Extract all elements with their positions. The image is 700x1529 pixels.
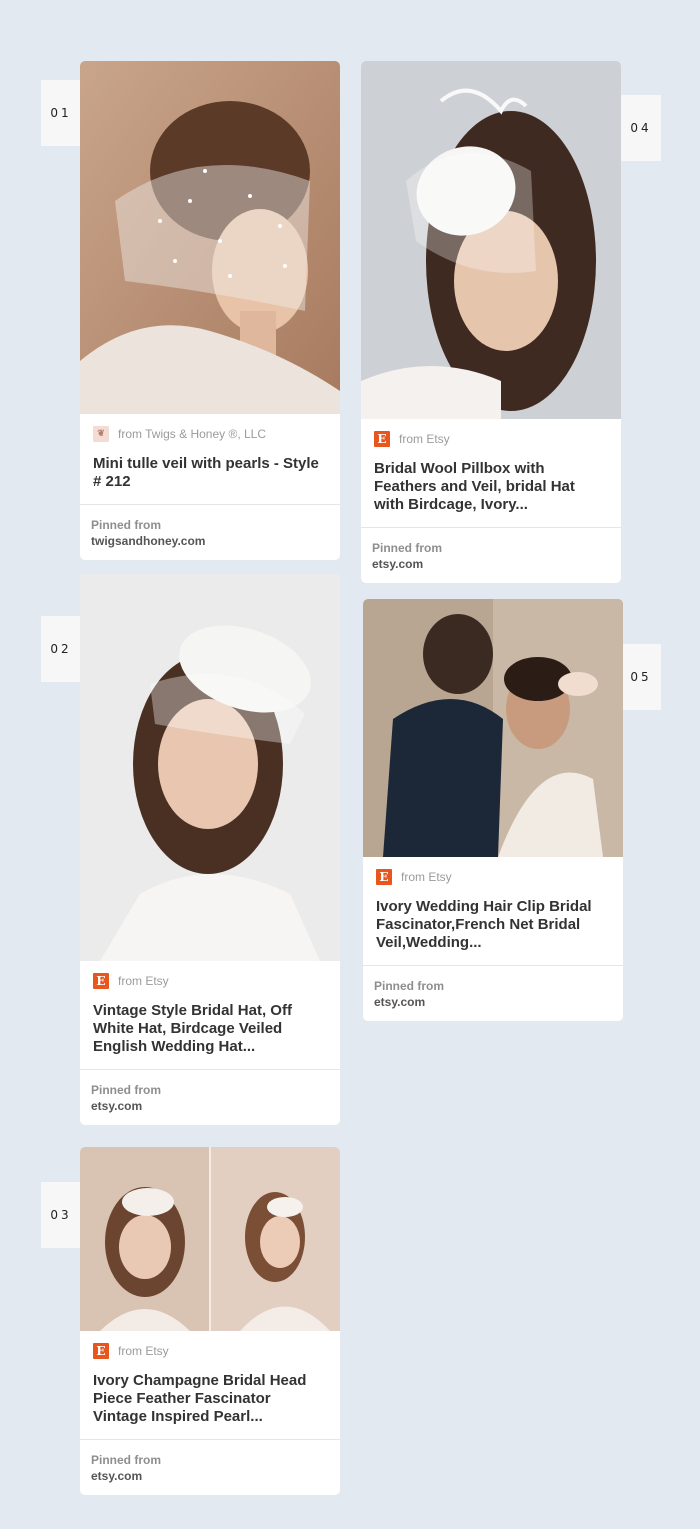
pin-source[interactable]: from Etsy [399,432,450,446]
pin-number-02: 02 [41,616,81,682]
pin-source[interactable]: from Etsy [401,870,452,884]
pin-image[interactable] [80,1147,340,1331]
pin-number-05: 05 [621,644,661,710]
pinned-from-domain[interactable]: twigsandhoney.com [91,533,328,549]
pin-card-05[interactable]: E from Etsy Ivory Wedding Hair Clip Brid… [363,599,623,1021]
pinned-from-domain[interactable]: etsy.com [374,994,611,1010]
pin-image[interactable] [80,61,340,414]
etsy-logo-icon: E [93,1343,109,1359]
pin-number-04: 04 [621,95,661,161]
pinned-from-domain[interactable]: etsy.com [91,1098,328,1114]
etsy-logo-icon: E [374,431,390,447]
twigs-honey-logo-icon: ❦ [93,426,109,442]
etsy-logo-icon: E [93,973,109,989]
pinned-from-label: Pinned from [372,541,443,555]
pin-number-01: 01 [41,80,81,146]
pin-card-04[interactable]: E from Etsy Bridal Wool Pillbox with Fea… [361,61,621,583]
pin-title[interactable]: Bridal Wool Pillbox with Feathers and Ve… [374,460,609,527]
pin-title[interactable]: Mini tulle veil with pearls - Style # 21… [93,455,328,504]
pin-image[interactable] [361,61,621,419]
pin-title[interactable]: Ivory Wedding Hair Clip Bridal Fascinato… [376,898,611,965]
pinned-from-domain[interactable]: etsy.com [91,1468,328,1484]
pin-title[interactable]: Ivory Champagne Bridal Head Piece Feathe… [93,1372,328,1439]
etsy-logo-icon: E [376,869,392,885]
pinned-from-domain[interactable]: etsy.com [372,556,609,572]
pinned-from-label: Pinned from [91,1453,162,1467]
bride-tulle-veil-photo [80,61,340,414]
pin-card-03[interactable]: E from Etsy Ivory Champagne Bridal Head … [80,1147,340,1495]
pin-title[interactable]: Vintage Style Bridal Hat, Off White Hat,… [93,1002,328,1069]
pin-source[interactable]: from Twigs & Honey ®, LLC [118,427,266,441]
pinned-from-label: Pinned from [91,518,162,532]
wedding-couple-photo [363,599,623,857]
pin-card-01[interactable]: ❦ from Twigs & Honey ®, LLC Mini tulle v… [80,61,340,560]
pinned-from-label: Pinned from [374,979,445,993]
bride-pillbox-hat-photo [361,61,621,419]
pin-source[interactable]: from Etsy [118,1344,169,1358]
pin-source[interactable]: from Etsy [118,974,169,988]
bride-white-hat-photo [80,574,340,961]
pin-image[interactable] [363,599,623,857]
pin-image[interactable] [80,574,340,961]
pin-number-03: 03 [41,1182,81,1248]
pinned-from-label: Pinned from [91,1083,162,1097]
feather-fascinator-photo [80,1147,340,1331]
pin-card-02[interactable]: E from Etsy Vintage Style Bridal Hat, Of… [80,574,340,1125]
